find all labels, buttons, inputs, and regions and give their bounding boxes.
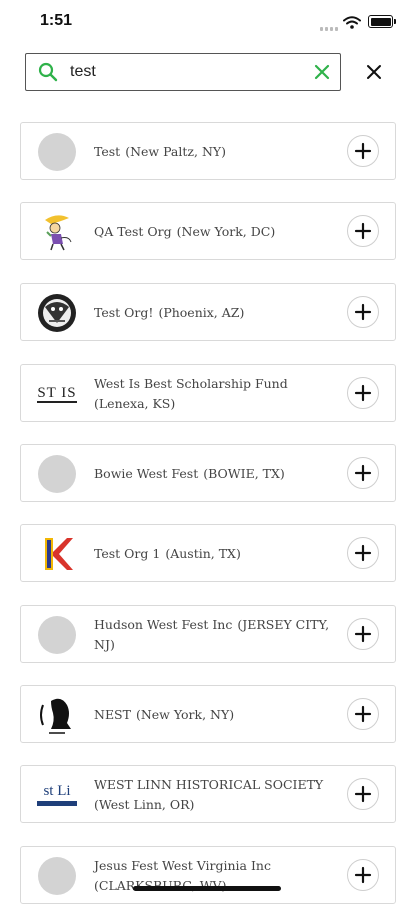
clear-search-icon[interactable] <box>314 64 330 80</box>
organization-logo <box>37 132 77 172</box>
letter-k-logo-icon <box>45 538 73 570</box>
placeholder-logo-icon <box>38 616 76 654</box>
organization-name: QA Test Org <box>94 224 172 239</box>
cartoon-character-logo-icon <box>45 215 72 251</box>
plus-icon <box>354 544 372 562</box>
result-card[interactable]: st Li WEST LINN HISTORICAL SOCIETY (West … <box>20 765 396 823</box>
cellular-signal-icon <box>320 16 340 35</box>
add-button[interactable] <box>347 778 379 810</box>
organization-logo: st Li <box>37 775 77 815</box>
organization-logo <box>37 293 77 333</box>
organization-name: Jesus Fest West Virginia Inc <box>94 858 271 873</box>
result-card[interactable]: Bowie West Fest (BOWIE, TX) <box>20 444 396 502</box>
logo-banner <box>37 801 77 806</box>
result-card[interactable]: Test (New Paltz, NY) <box>20 122 396 180</box>
plus-icon <box>354 705 372 723</box>
plus-icon <box>354 222 372 240</box>
result-card[interactable]: ST IS West Is Best Scholarship Fund (Lene… <box>20 364 396 422</box>
organization-name: WEST LINN HISTORICAL SOCIETY <box>94 777 324 792</box>
search-input[interactable] <box>68 62 314 82</box>
result-card[interactable]: NEST (New York, NY) <box>20 685 396 743</box>
organization-logo <box>37 534 77 574</box>
text-logo: st Li <box>37 784 77 806</box>
placeholder-logo-icon <box>38 857 76 895</box>
battery-icon <box>368 15 393 28</box>
organization-name: Bowie West Fest <box>94 466 199 481</box>
add-button[interactable] <box>347 296 379 328</box>
plus-icon <box>354 303 372 321</box>
status-time: 1:51 <box>40 12 73 29</box>
add-button[interactable] <box>347 859 379 891</box>
organization-location: (BOWIE, TX) <box>203 466 285 481</box>
organization-logo <box>37 454 77 494</box>
organization-logo <box>37 856 77 896</box>
result-card[interactable]: Test Org 1 (Austin, TX) <box>20 524 396 582</box>
organization-logo <box>37 615 77 655</box>
organization-location: (West Linn, OR) <box>94 797 195 812</box>
organization-location: (Lenexa, KS) <box>94 396 176 411</box>
add-button[interactable] <box>347 215 379 247</box>
silhouette-logo-icon <box>40 698 71 734</box>
organization-name: Test Org 1 <box>94 546 161 561</box>
plus-icon <box>354 464 372 482</box>
battery-tip <box>394 19 396 24</box>
organization-logo <box>37 212 77 252</box>
plus-icon <box>354 785 372 803</box>
organization-location: (Austin, TX) <box>165 546 241 561</box>
add-button[interactable] <box>347 618 379 650</box>
organization-name: West Is Best Scholarship Fund <box>94 376 288 391</box>
organization-location: (Phoenix, AZ) <box>158 305 245 320</box>
add-button[interactable] <box>347 457 379 489</box>
organization-logo <box>37 695 77 735</box>
result-card[interactable]: Jesus Fest West Virginia Inc(CLARKSBURG,… <box>20 846 396 904</box>
organization-location: (New York, NY) <box>135 707 235 722</box>
organization-name: NEST <box>94 707 131 722</box>
add-button[interactable] <box>347 135 379 167</box>
close-icon <box>364 62 384 82</box>
status-bar: 1:51 <box>0 0 415 44</box>
organization-location: (New Paltz, NY) <box>125 144 227 159</box>
wifi-icon <box>343 14 361 33</box>
search-field[interactable] <box>25 53 341 91</box>
result-card[interactable]: Test Org! (Phoenix, AZ) <box>20 283 396 341</box>
placeholder-logo-icon <box>38 133 76 171</box>
plus-icon <box>354 142 372 160</box>
result-card[interactable]: Hudson West Fest Inc (JERSEY CITY, NJ) <box>20 605 396 663</box>
organization-name: Hudson West Fest Inc <box>94 617 233 632</box>
search-icon <box>38 62 58 82</box>
organization-location: (New York, DC) <box>176 224 276 239</box>
organization-name: Test Org! <box>94 305 154 320</box>
add-button[interactable] <box>347 377 379 409</box>
add-button[interactable] <box>347 537 379 569</box>
organization-logo: ST IS <box>37 374 77 414</box>
close-button[interactable] <box>364 62 384 82</box>
plus-icon <box>354 866 372 884</box>
add-button[interactable] <box>347 698 379 730</box>
home-indicator[interactable] <box>133 886 281 891</box>
placeholder-logo-icon <box>38 455 76 493</box>
result-card[interactable]: QA Test Org (New York, DC) <box>20 202 396 260</box>
plus-icon <box>354 625 372 643</box>
text-logo: ST IS <box>37 385 77 403</box>
organization-name: Test <box>94 144 121 159</box>
circular-artwork-logo-icon <box>38 294 76 332</box>
plus-icon <box>354 384 372 402</box>
